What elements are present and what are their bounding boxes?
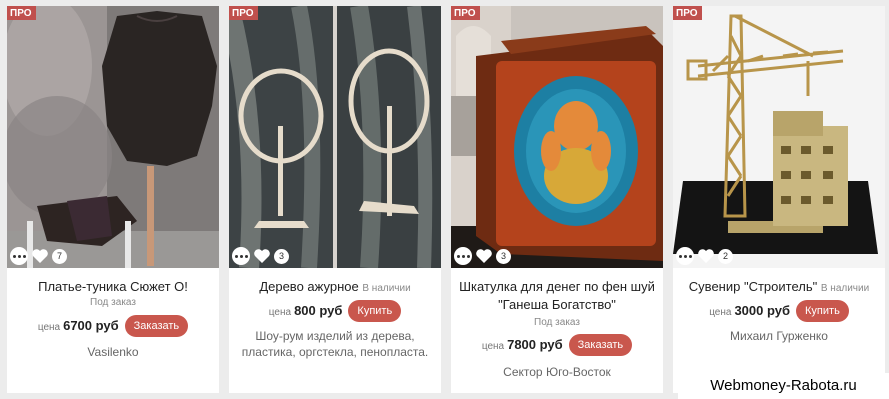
product-card[interactable]: ПРО 3 Дерево ажурное В наличии цена 800 р… bbox=[229, 6, 441, 393]
buy-button[interactable]: Купить bbox=[348, 300, 402, 322]
seller-name[interactable]: Шоу-рум изделий из дерева, пластика, орг… bbox=[235, 328, 435, 360]
product-title[interactable]: Сувенир "Строитель" bbox=[689, 279, 817, 294]
availability-label: В наличии bbox=[820, 283, 870, 294]
heart-icon[interactable] bbox=[30, 247, 50, 265]
pro-badge: ПРО bbox=[229, 6, 258, 20]
heart-icon[interactable] bbox=[474, 247, 494, 265]
product-photo[interactable]: ПРО 7 bbox=[7, 6, 219, 268]
price-value: 3000 руб bbox=[734, 303, 791, 318]
seller-name[interactable]: Михаил Гурженко bbox=[679, 328, 879, 344]
likes-count: 2 bbox=[718, 248, 733, 264]
product-photo[interactable]: ПРО 2 bbox=[673, 6, 885, 268]
product-photo[interactable]: ПРО 3 bbox=[451, 6, 663, 268]
product-card[interactable]: ПРО 7 Платье-туника Сюжет О! Под заказ ц… bbox=[7, 6, 219, 393]
price-row: цена 7800 руб Заказать bbox=[451, 334, 663, 356]
order-note: Под заказ bbox=[534, 317, 580, 328]
product-card[interactable]: ПРО 3 Шкатулка для денег по фен шуй "Ган… bbox=[451, 6, 663, 393]
seller-name[interactable]: Сектор Юго-Восток bbox=[457, 364, 657, 380]
price-row: цена 800 руб Купить bbox=[229, 300, 441, 322]
product-title-row: Сувенир "Строитель" В наличии bbox=[677, 278, 881, 298]
pro-badge: ПРО bbox=[451, 6, 480, 20]
product-photo[interactable]: ПРО 3 bbox=[229, 6, 441, 268]
price-value: 6700 руб bbox=[63, 318, 119, 333]
price-label: цена bbox=[709, 307, 732, 318]
social-bar: 3 bbox=[454, 247, 511, 265]
price-row: цена 3000 руб Купить bbox=[673, 300, 885, 322]
buy-button[interactable]: Купить bbox=[796, 300, 849, 322]
more-dots-icon[interactable] bbox=[10, 247, 28, 265]
order-button[interactable]: Заказать bbox=[124, 315, 189, 337]
social-bar: 7 bbox=[10, 247, 67, 265]
pro-badge: ПРО bbox=[7, 6, 36, 20]
price-label: цена bbox=[481, 341, 505, 352]
pro-badge: ПРО bbox=[673, 6, 702, 20]
likes-count: 3 bbox=[496, 248, 511, 264]
order-note: Под заказ bbox=[90, 297, 136, 308]
more-dots-icon[interactable] bbox=[454, 247, 472, 265]
price-value: 800 руб bbox=[294, 303, 343, 318]
price-row: цена 6700 руб Заказать bbox=[7, 315, 219, 337]
order-button[interactable]: Заказать bbox=[568, 334, 633, 356]
likes-count: 7 bbox=[52, 248, 67, 264]
price-label: цена bbox=[37, 322, 61, 333]
product-title-row: Дерево ажурное В наличии bbox=[233, 278, 437, 298]
more-dots-icon[interactable] bbox=[676, 247, 694, 265]
social-bar: 3 bbox=[232, 247, 289, 265]
price-label: цена bbox=[268, 307, 292, 318]
seller-name[interactable]: Vasilenko bbox=[13, 344, 213, 360]
likes-count: 3 bbox=[274, 248, 289, 264]
availability-label: В наличии bbox=[362, 283, 411, 294]
product-title[interactable]: Дерево ажурное bbox=[259, 279, 358, 294]
price-value: 7800 руб bbox=[507, 337, 563, 352]
heart-icon[interactable] bbox=[252, 247, 272, 265]
product-title[interactable]: Шкатулка для денег по фен шуй "Ганеша Бо… bbox=[455, 278, 659, 314]
product-title[interactable]: Платье-туника Сюжет О! bbox=[11, 278, 215, 296]
product-card[interactable]: ПРО 2 Сувенир "Строитель" В наличии цена… bbox=[673, 6, 885, 393]
heart-icon[interactable] bbox=[696, 247, 716, 265]
social-bar: 2 bbox=[676, 247, 733, 265]
more-dots-icon[interactable] bbox=[232, 247, 250, 265]
site-watermark: Webmoney-Rabota.ru bbox=[678, 373, 889, 399]
